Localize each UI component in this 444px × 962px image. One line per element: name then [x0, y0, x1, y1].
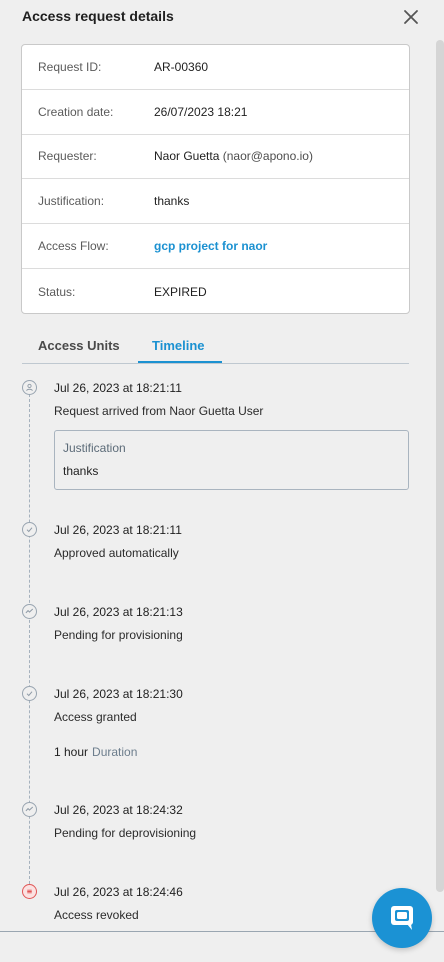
timeline-event-text: Request arrived from Naor Guetta User: [54, 404, 264, 418]
active-tab-indicator: [138, 361, 222, 363]
details-card: Request ID: AR-00360 Creation date: 26/0…: [21, 44, 410, 314]
creation-date-value: 26/07/2023 18:21: [154, 105, 248, 119]
panel-header: Access request details: [0, 0, 444, 34]
timeline-event-text: Access granted: [54, 710, 137, 724]
detail-row-status: Status: EXPIRED: [22, 269, 409, 314]
detail-label: Requester:: [38, 149, 97, 163]
activity-icon: [22, 802, 37, 817]
duration-label: Duration: [92, 745, 138, 759]
timeline-event-text: Pending for provisioning: [54, 628, 183, 642]
chat-icon: [391, 906, 413, 930]
status-value: EXPIRED: [154, 284, 207, 299]
check-icon: [22, 522, 37, 537]
timeline-event-text: Pending for deprovisioning: [54, 826, 197, 840]
timeline-date: Jul 26, 2023 at 18:21:13: [54, 605, 183, 619]
timeline-event-text: Access revoked: [54, 908, 139, 922]
detail-row-access-flow: Access Flow: gcp project for naor: [22, 224, 409, 269]
detail-label: Justification:: [38, 194, 105, 208]
detail-row-creation-date: Creation date: 26/07/2023 18:21: [22, 90, 409, 135]
user-icon: [22, 380, 37, 395]
close-icon[interactable]: [402, 8, 420, 26]
timeline-event-text: Approved automatically: [54, 546, 179, 560]
activity-icon: [22, 604, 37, 619]
justification-value: thanks: [154, 194, 190, 208]
timeline-date: Jul 26, 2023 at 18:21:11: [54, 523, 182, 537]
justification-box: Justification thanks: [54, 430, 409, 490]
check-icon: [22, 686, 37, 701]
timeline-date: Jul 26, 2023 at 18:21:11: [54, 381, 182, 395]
detail-row-justification: Justification: thanks: [22, 179, 409, 224]
detail-row-requester: Requester: Naor Guetta (naor@apono.io): [22, 134, 409, 179]
justification-box-label: Justification: [63, 441, 126, 455]
detail-label: Request ID:: [38, 60, 102, 74]
tab-bar: Access Units Timeline: [22, 330, 409, 364]
requester-name: Naor Guetta: [154, 149, 220, 163]
scrollbar[interactable]: [436, 40, 444, 892]
timeline-date: Jul 26, 2023 at 18:24:46: [54, 885, 183, 899]
detail-label: Access Flow:: [38, 239, 109, 253]
tab-timeline[interactable]: Timeline: [152, 338, 205, 353]
justification-box-value: thanks: [63, 464, 99, 478]
request-id-value: AR-00360: [154, 60, 209, 74]
page-title: Access request details: [22, 8, 174, 24]
duration-value: 1 hour: [54, 745, 89, 759]
revoked-icon: [22, 884, 37, 899]
detail-label: Creation date:: [38, 105, 114, 119]
detail-label: Status:: [38, 284, 76, 299]
requester-value: Naor Guetta (naor@apono.io): [154, 149, 313, 163]
chat-button[interactable]: [372, 888, 432, 948]
timeline-date: Jul 26, 2023 at 18:24:32: [54, 803, 183, 817]
timeline-date: Jul 26, 2023 at 18:21:30: [54, 687, 183, 701]
access-flow-link[interactable]: gcp project for naor: [154, 239, 267, 253]
tab-access-units[interactable]: Access Units: [38, 338, 120, 353]
detail-row-request-id: Request ID: AR-00360: [22, 45, 409, 90]
duration: 1 hour Duration: [54, 745, 137, 759]
requester-email: (naor@apono.io): [222, 149, 313, 163]
